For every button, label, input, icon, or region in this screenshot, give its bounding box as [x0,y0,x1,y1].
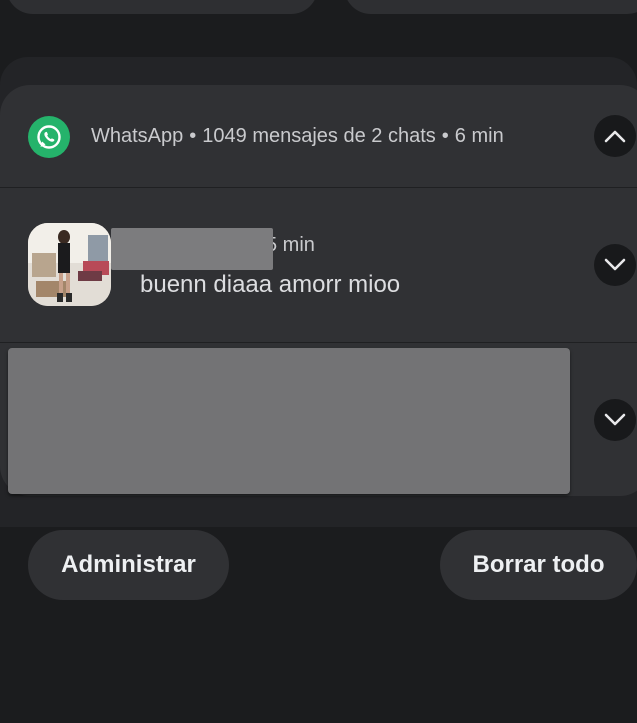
quick-settings-tile[interactable] [6,0,318,14]
redacted-notification [8,348,570,494]
quick-settings-tile[interactable] [344,0,637,14]
chevron-up-icon [604,130,626,143]
notification-summary: 1049 mensajes de 2 chats [202,125,436,147]
separator: • [441,125,449,147]
manage-button[interactable]: Administrar [28,530,229,600]
collapse-button[interactable] [594,115,636,157]
chevron-down-icon [604,413,626,426]
divider [0,187,637,188]
divider [0,342,637,343]
app-name: WhatsApp [91,125,184,147]
separator: • [189,125,197,147]
expand-button[interactable] [594,244,636,286]
chevron-down-icon [604,258,626,271]
notification-time: 6 min [454,125,504,147]
clear-all-button[interactable]: Borrar todo [440,530,637,600]
whatsapp-icon [28,116,70,158]
redacted-contact-name [111,228,273,270]
notification-message: buenn diaaa amorr mioo [140,271,401,298]
notification-time: 5 min [266,234,315,256]
contact-avatar [28,223,111,306]
expand-button[interactable] [594,399,636,441]
notification-header: WhatsApp • 1049 mensajes de 2 chats • 6 min [91,125,504,148]
